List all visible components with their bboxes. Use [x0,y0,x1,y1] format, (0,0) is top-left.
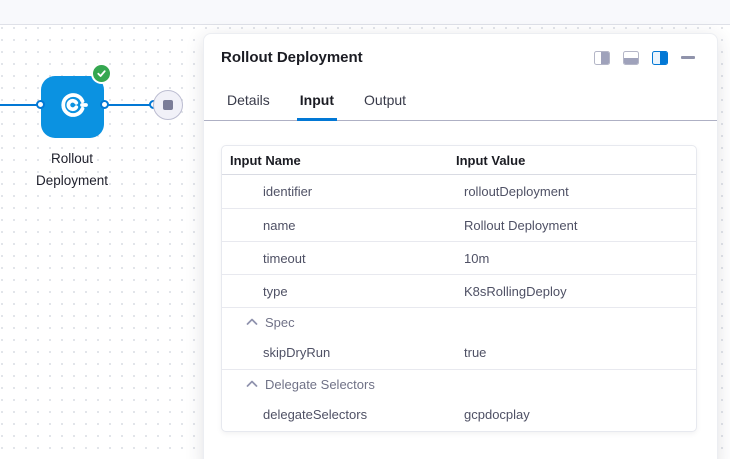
column-input-name: Input Name [222,153,456,168]
success-check-icon [91,63,112,84]
node-port-left[interactable] [36,100,45,109]
input-table-header: Input Name Input Value [222,146,696,175]
tab-input[interactable]: Input [297,92,337,121]
section-label: Spec [258,315,295,330]
input-name-cell: skipDryRun [222,345,464,360]
input-name-cell: identifier [222,184,464,199]
node-label: Rollout Deployment [17,148,127,191]
split-bottom-icon[interactable] [623,51,639,65]
input-value-cell: gcpdocplay [464,407,530,422]
input-value-cell: Rollout Deployment [464,218,577,233]
panel-content: Input Name Input Value identifierrollout… [204,121,717,432]
tab-details[interactable]: Details [224,92,273,121]
connector-line-out [106,104,154,106]
minimize-icon[interactable] [681,56,695,59]
step-details-panel: Rollout Deployment Details Input Output … [203,33,718,459]
input-name-cell: type [222,284,464,299]
section-label: Delegate Selectors [258,377,375,392]
panel-tabs: Details Input Output [204,92,717,121]
input-row: nameRollout Deployment [222,208,696,241]
input-row: delegateSelectorsgcpdocplay [222,398,696,431]
input-name-cell: delegateSelectors [222,407,464,422]
input-name-cell: name [222,218,464,233]
input-row: skipDryRuntrue [222,336,696,369]
input-row: typeK8sRollingDeploy [222,274,696,307]
chevron-up-icon[interactable] [246,380,258,388]
stop-square-icon [163,100,173,110]
input-value-cell: rolloutDeployment [464,184,569,199]
node-port-right[interactable] [100,100,109,109]
panel-window-controls [594,51,695,65]
stage-end-node[interactable] [153,90,183,120]
split-right-active-icon[interactable] [652,51,668,65]
input-value-cell: true [464,345,486,360]
input-table: Input Name Input Value identifierrollout… [221,145,697,432]
column-input-value: Input Value [456,153,525,168]
input-name-cell: timeout [222,251,464,266]
panel-title: Rollout Deployment [221,49,594,66]
section-row[interactable]: Delegate Selectors [222,369,696,398]
panel-header: Rollout Deployment [204,34,717,66]
input-value-cell: 10m [464,251,489,266]
input-table-body: identifierrolloutDeploymentnameRollout D… [222,175,696,431]
top-toolbar-strip [0,0,730,25]
chevron-up-icon[interactable] [246,318,258,326]
connector-line-in [0,104,38,106]
tab-output[interactable]: Output [361,92,409,121]
input-row: timeout10m [222,241,696,274]
split-right-icon[interactable] [594,51,610,65]
step-node-rollout-deployment[interactable] [41,76,104,138]
rolling-deploy-icon [58,90,88,125]
input-value-cell: K8sRollingDeploy [464,284,567,299]
section-row[interactable]: Spec [222,307,696,336]
input-row: identifierrolloutDeployment [222,175,696,208]
